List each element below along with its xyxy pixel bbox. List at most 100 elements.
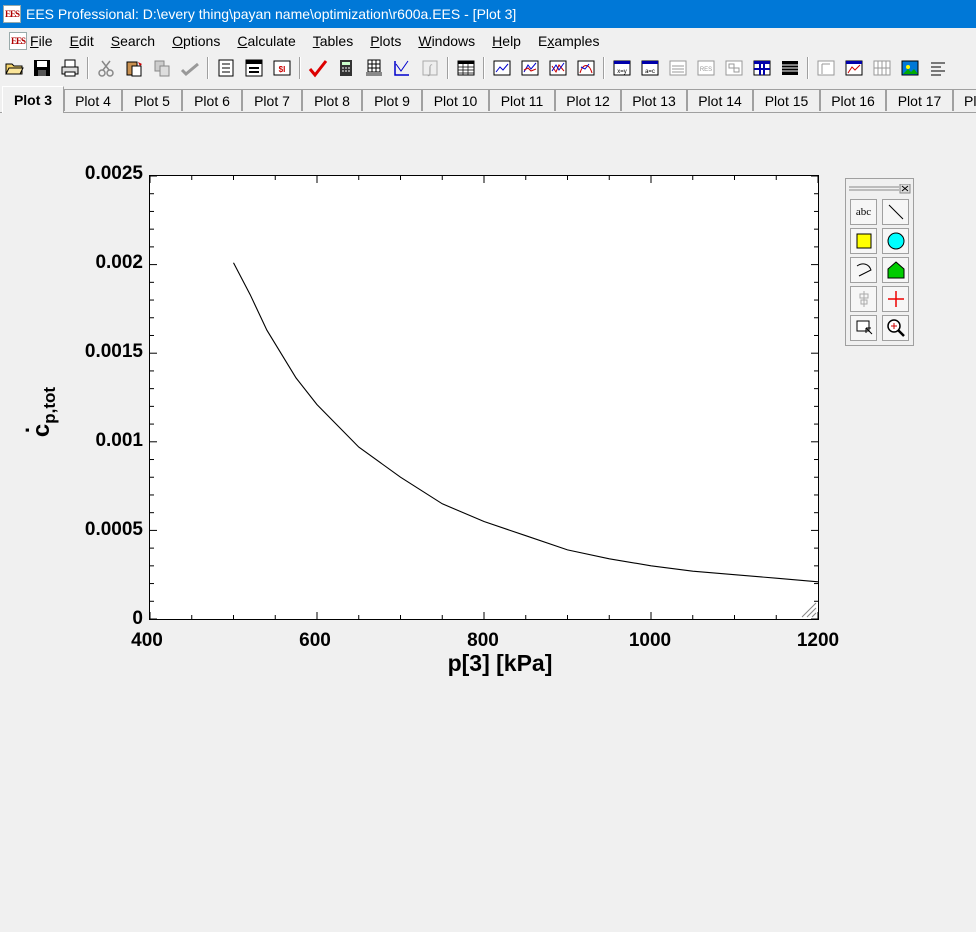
tab-plot-15[interactable]: Plot 15 (753, 89, 820, 111)
zoom-tool-icon[interactable] (882, 315, 909, 341)
menu-windows[interactable]: Windows (418, 33, 475, 49)
x-tick-label: 1200 (796, 630, 840, 651)
copy-icon[interactable] (151, 57, 173, 79)
x-tick-label: 400 (131, 630, 163, 651)
plot-one-icon[interactable] (815, 57, 837, 79)
menu-edit[interactable]: Edit (70, 33, 94, 49)
unit-system-icon[interactable]: $I (271, 57, 293, 79)
menu-help[interactable]: Help (492, 33, 521, 49)
circle-tool-icon[interactable] (882, 228, 909, 254)
polyline-tool-icon[interactable] (850, 257, 877, 283)
check-icon[interactable] (307, 57, 329, 79)
toolbar-separator (447, 57, 449, 79)
text-tool-button[interactable]: abc (850, 199, 877, 225)
print-icon[interactable] (59, 57, 81, 79)
equations-icon[interactable]: x=y (611, 57, 633, 79)
tab-plot-3[interactable]: Plot 3 (2, 86, 64, 113)
solve-table-icon[interactable] (363, 57, 385, 79)
cut-icon[interactable] (95, 57, 117, 79)
menu-bar: EES File Edit Search Options Calculate T… (0, 29, 976, 53)
residuals-icon[interactable]: RES (695, 57, 717, 79)
menu-examples[interactable]: Examples (538, 33, 599, 49)
menu-search[interactable]: Search (111, 33, 155, 49)
crosshair-tool-icon[interactable] (882, 286, 909, 312)
tab-plot-7[interactable]: Plot 7 (242, 89, 302, 111)
image-icon[interactable] (899, 57, 921, 79)
tab-plot-11[interactable]: Plot 11 (489, 89, 555, 111)
y-tick-label: 0.001 (95, 430, 143, 451)
x-tick-label: 1000 (628, 630, 672, 651)
tab-plot-6[interactable]: Plot 6 (182, 89, 242, 111)
plot-svg (150, 176, 818, 619)
resize-grip-icon[interactable] (801, 602, 817, 618)
min-max-icon[interactable] (391, 57, 413, 79)
new-plot-icon[interactable] (491, 57, 513, 79)
integral-icon[interactable]: ∫ (419, 57, 441, 79)
tab-plot-5[interactable]: Plot 5 (122, 89, 182, 111)
arrays-table-icon[interactable] (751, 57, 773, 79)
parametric-table-icon[interactable] (455, 57, 477, 79)
equations-window-icon[interactable] (215, 57, 237, 79)
diagram-icon[interactable] (723, 57, 745, 79)
toolbar-separator (603, 57, 605, 79)
calculator-icon[interactable] (335, 57, 357, 79)
align-tool-icon[interactable] (850, 286, 877, 312)
y-tick-label: 0.0015 (84, 341, 143, 362)
toolbar-separator (207, 57, 209, 79)
menu-file[interactable]: File (30, 33, 53, 49)
toolbar-separator (299, 57, 301, 79)
lookup-table-icon[interactable] (779, 57, 801, 79)
data-line (233, 262, 818, 583)
tab-plot-8[interactable]: Plot 8 (302, 89, 362, 111)
plot-area[interactable] (149, 175, 819, 620)
y-axis-title-subscript: p,tot (39, 386, 59, 424)
window-title: EES Professional: D:\every thing\payan n… (26, 6, 517, 22)
menu-tables[interactable]: Tables (313, 33, 353, 49)
cursor-tool-icon[interactable] (850, 315, 877, 341)
property-plot-icon[interactable] (575, 57, 597, 79)
tab-plot-4[interactable]: Plot 4 (64, 89, 122, 111)
formatted-eq-icon[interactable]: a=c (639, 57, 661, 79)
save-icon[interactable] (31, 57, 53, 79)
y-tick-label: 0.002 (95, 252, 143, 273)
app-icon[interactable]: EES (3, 5, 21, 23)
plot-tool-palette: abc (845, 178, 914, 346)
svg-text:∫: ∫ (427, 62, 432, 76)
toolbar: $I ∫ x=y a=c RES (0, 54, 976, 82)
text-align-icon[interactable] (927, 57, 949, 79)
y-tick-label: 0.0005 (84, 519, 143, 540)
tab-plot-12[interactable]: Plot 12 (555, 89, 621, 111)
toolbar-separator (483, 57, 485, 79)
check-units-icon[interactable] (179, 57, 201, 79)
svg-text:$I: $I (279, 65, 286, 74)
overlay-plot-icon[interactable] (519, 57, 541, 79)
y-tick-label: 0.0025 (84, 163, 143, 184)
palette-title-bar[interactable] (848, 181, 911, 194)
y-axis-title: · cp,tot (15, 357, 62, 467)
paste-icon[interactable] (123, 57, 145, 79)
formatted-equations-icon[interactable] (243, 57, 265, 79)
polygon-tool-icon[interactable] (882, 257, 909, 283)
document-menu-icon[interactable]: EES (9, 32, 27, 50)
tab-plot-10[interactable]: Plot 10 (422, 89, 489, 111)
menu-calculate[interactable]: Calculate (237, 33, 295, 49)
toolbar-separator (807, 57, 809, 79)
plot-window-icon[interactable] (547, 57, 569, 79)
open-folder-icon[interactable] (3, 57, 25, 79)
solution-icon[interactable] (667, 57, 689, 79)
tab-plot-17[interactable]: Plot 17 (886, 89, 953, 111)
tab-plot-9[interactable]: Plot 9 (362, 89, 422, 111)
tab-plot-14[interactable]: Plot 14 (687, 89, 753, 111)
y-axis-title-dot: · (15, 425, 41, 434)
line-tool-icon[interactable] (882, 199, 909, 225)
text-tool-label: abc (855, 206, 872, 218)
plot-tab-bar: Plot 3 Plot 4 Plot 5 Plot 6 Plot 7 Plot … (0, 86, 976, 113)
tab-plot-18[interactable]: Pl (953, 89, 976, 111)
plot-two-icon[interactable] (843, 57, 865, 79)
plot-three-icon[interactable] (871, 57, 893, 79)
tab-plot-13[interactable]: Plot 13 (621, 89, 687, 111)
menu-options[interactable]: Options (172, 33, 220, 49)
tab-plot-16[interactable]: Plot 16 (820, 89, 886, 111)
rectangle-tool-icon[interactable] (850, 228, 877, 254)
menu-plots[interactable]: Plots (370, 33, 401, 49)
